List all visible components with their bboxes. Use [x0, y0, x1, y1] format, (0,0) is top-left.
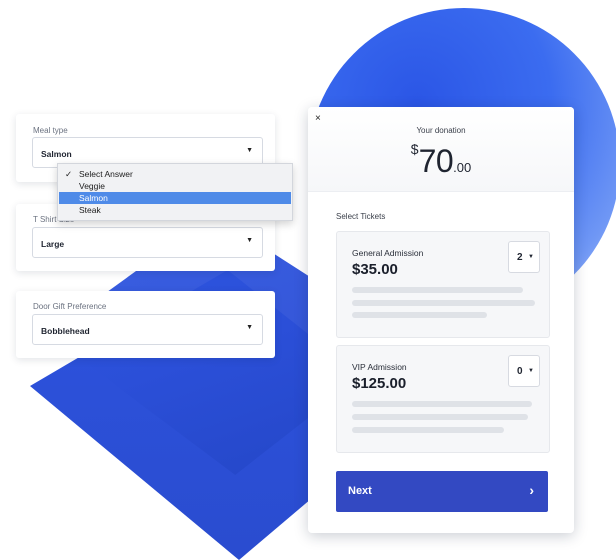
dropdown-option-salmon[interactable]: Salmon — [59, 192, 291, 204]
placeholder-line — [352, 287, 523, 293]
dropdown-option-steak[interactable]: Steak — [59, 204, 291, 216]
ticket-price: $35.00 — [352, 261, 398, 278]
meal-type-value: Salmon — [41, 149, 72, 159]
quantity-value: 0 — [517, 366, 523, 377]
close-icon[interactable]: × — [315, 113, 321, 124]
next-button-label: Next — [348, 485, 372, 497]
ticket-name: General Admission — [352, 248, 424, 258]
checkmark-icon: ✓ — [65, 169, 73, 179]
meal-type-label: Meal type — [33, 126, 68, 135]
placeholder-line — [352, 300, 535, 306]
door-gift-select[interactable]: Bobblehead ▼ — [32, 314, 263, 345]
placeholder-line — [352, 414, 528, 420]
donation-label: Your donation — [416, 126, 466, 135]
dropdown-option-label: Veggie — [79, 181, 105, 191]
placeholder-line — [352, 401, 532, 407]
tshirt-size-select[interactable]: Large ▼ — [32, 227, 263, 258]
ticket-card-vip: VIP Admission $125.00 0 ▼ — [336, 345, 550, 453]
tshirt-size-value: Large — [41, 239, 65, 249]
door-gift-card: Door Gift Preference Bobblehead ▼ — [16, 291, 275, 358]
chevron-down-icon: ▼ — [528, 254, 534, 260]
next-button[interactable]: Next › — [336, 471, 548, 512]
amount-whole: 70 — [418, 143, 454, 179]
ticket-name: VIP Admission — [352, 362, 407, 372]
meal-type-dropdown: ✓ Select Answer Veggie Salmon Steak — [57, 163, 293, 221]
chevron-down-icon: ▼ — [246, 324, 253, 331]
select-tickets-heading: Select Tickets — [336, 212, 386, 221]
quantity-select[interactable]: 0 ▼ — [508, 355, 540, 387]
door-gift-value: Bobblehead — [41, 326, 90, 336]
quantity-select[interactable]: 2 ▼ — [508, 241, 540, 273]
dropdown-option-select-answer[interactable]: ✓ Select Answer — [59, 168, 291, 180]
donation-modal: × Your donation $70.00 Select Tickets Ge… — [308, 107, 574, 533]
chevron-right-icon: › — [529, 482, 534, 498]
dropdown-option-label: Salmon — [79, 193, 108, 203]
ticket-card-general: General Admission $35.00 2 ▼ — [336, 231, 550, 338]
door-gift-label: Door Gift Preference — [33, 302, 107, 311]
dropdown-option-veggie[interactable]: Veggie — [59, 180, 291, 192]
quantity-value: 2 — [517, 252, 523, 263]
dropdown-option-label: Select Answer — [79, 169, 133, 179]
placeholder-line — [352, 427, 504, 433]
currency-symbol: $ — [410, 141, 419, 157]
chevron-down-icon: ▼ — [246, 237, 253, 244]
placeholder-line — [352, 312, 487, 318]
ticket-price: $125.00 — [352, 375, 407, 392]
donation-header: × Your donation $70.00 — [308, 107, 574, 192]
chevron-down-icon: ▼ — [246, 147, 253, 154]
donation-amount: $70.00 — [308, 141, 574, 180]
dropdown-option-label: Steak — [79, 205, 101, 215]
amount-cents: .00 — [453, 160, 472, 175]
chevron-down-icon: ▼ — [528, 368, 534, 374]
